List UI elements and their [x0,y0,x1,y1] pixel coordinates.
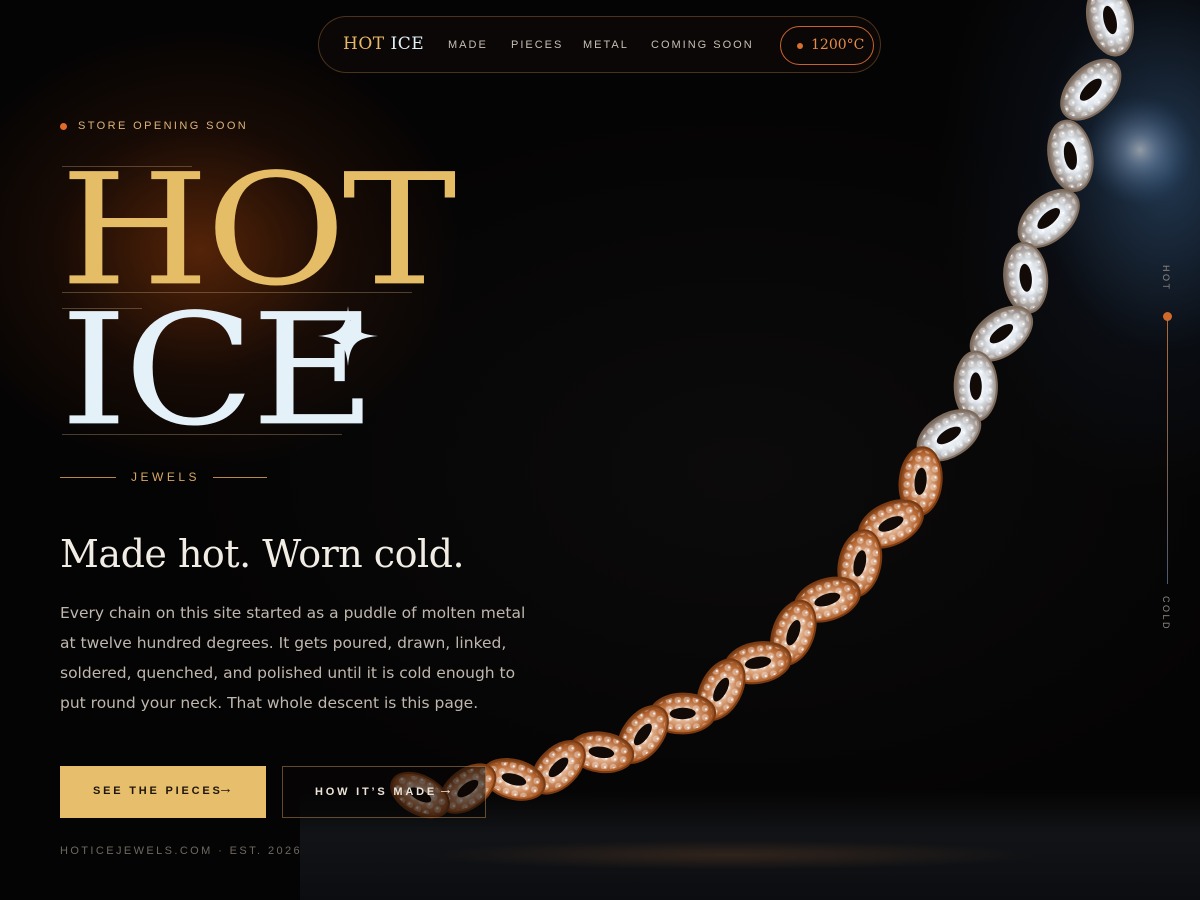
arrow-right-icon: → [438,781,453,798]
hero-subtitle: JEWELS [131,470,201,484]
nav-link-made[interactable]: MADE [448,39,488,51]
nav-link-pieces[interactable]: PIECES [511,39,563,51]
hero-description: Every chain on this site started as a pu… [60,604,526,712]
chain-link [1086,0,1134,57]
brand-logo[interactable]: HOT ICE [343,34,424,54]
store-status-text: STORE OPENING SOON [78,120,249,132]
ember-dot-icon [797,43,803,49]
hero-section: HOT ICE MADE PIECES METAL COMING SOON 12… [0,0,1200,900]
chain-link [1003,241,1049,314]
see-pieces-label: SEE THE PIECES [93,785,223,797]
scale-label-hot: HOT [1161,265,1171,292]
four-point-star-icon [318,306,378,366]
how-its-made-label: HOW IT’S MADE [315,786,437,798]
divider-line [60,477,116,478]
brand-ice: ICE [390,34,425,54]
divider-line [213,477,267,478]
site-footer: HOTICEJEWELS.COM · EST. 2026 [60,845,303,857]
see-pieces-button[interactable]: SEE THE PIECES → [60,766,266,818]
arrow-right-icon: → [218,780,233,797]
nav-link-coming-soon[interactable]: COMING SOON [651,39,754,51]
temperature-value: 1200°C [811,37,865,53]
temperature-badge[interactable]: 1200°C [780,26,874,65]
scale-track [1167,316,1168,584]
subtitle-row: JEWELS [60,470,270,484]
nav-link-metal[interactable]: METAL [583,39,629,51]
tagline: Made hot. Worn cold. [60,532,465,576]
brand-hot: HOT [343,34,385,54]
top-nav: HOT ICE MADE PIECES METAL COMING SOON 12… [318,16,881,73]
how-its-made-button[interactable]: HOW IT’S MADE → [282,766,486,818]
scale-label-cold: COLD [1161,596,1171,632]
scale-indicator[interactable] [1163,312,1172,321]
ember-dot-icon [60,123,67,130]
